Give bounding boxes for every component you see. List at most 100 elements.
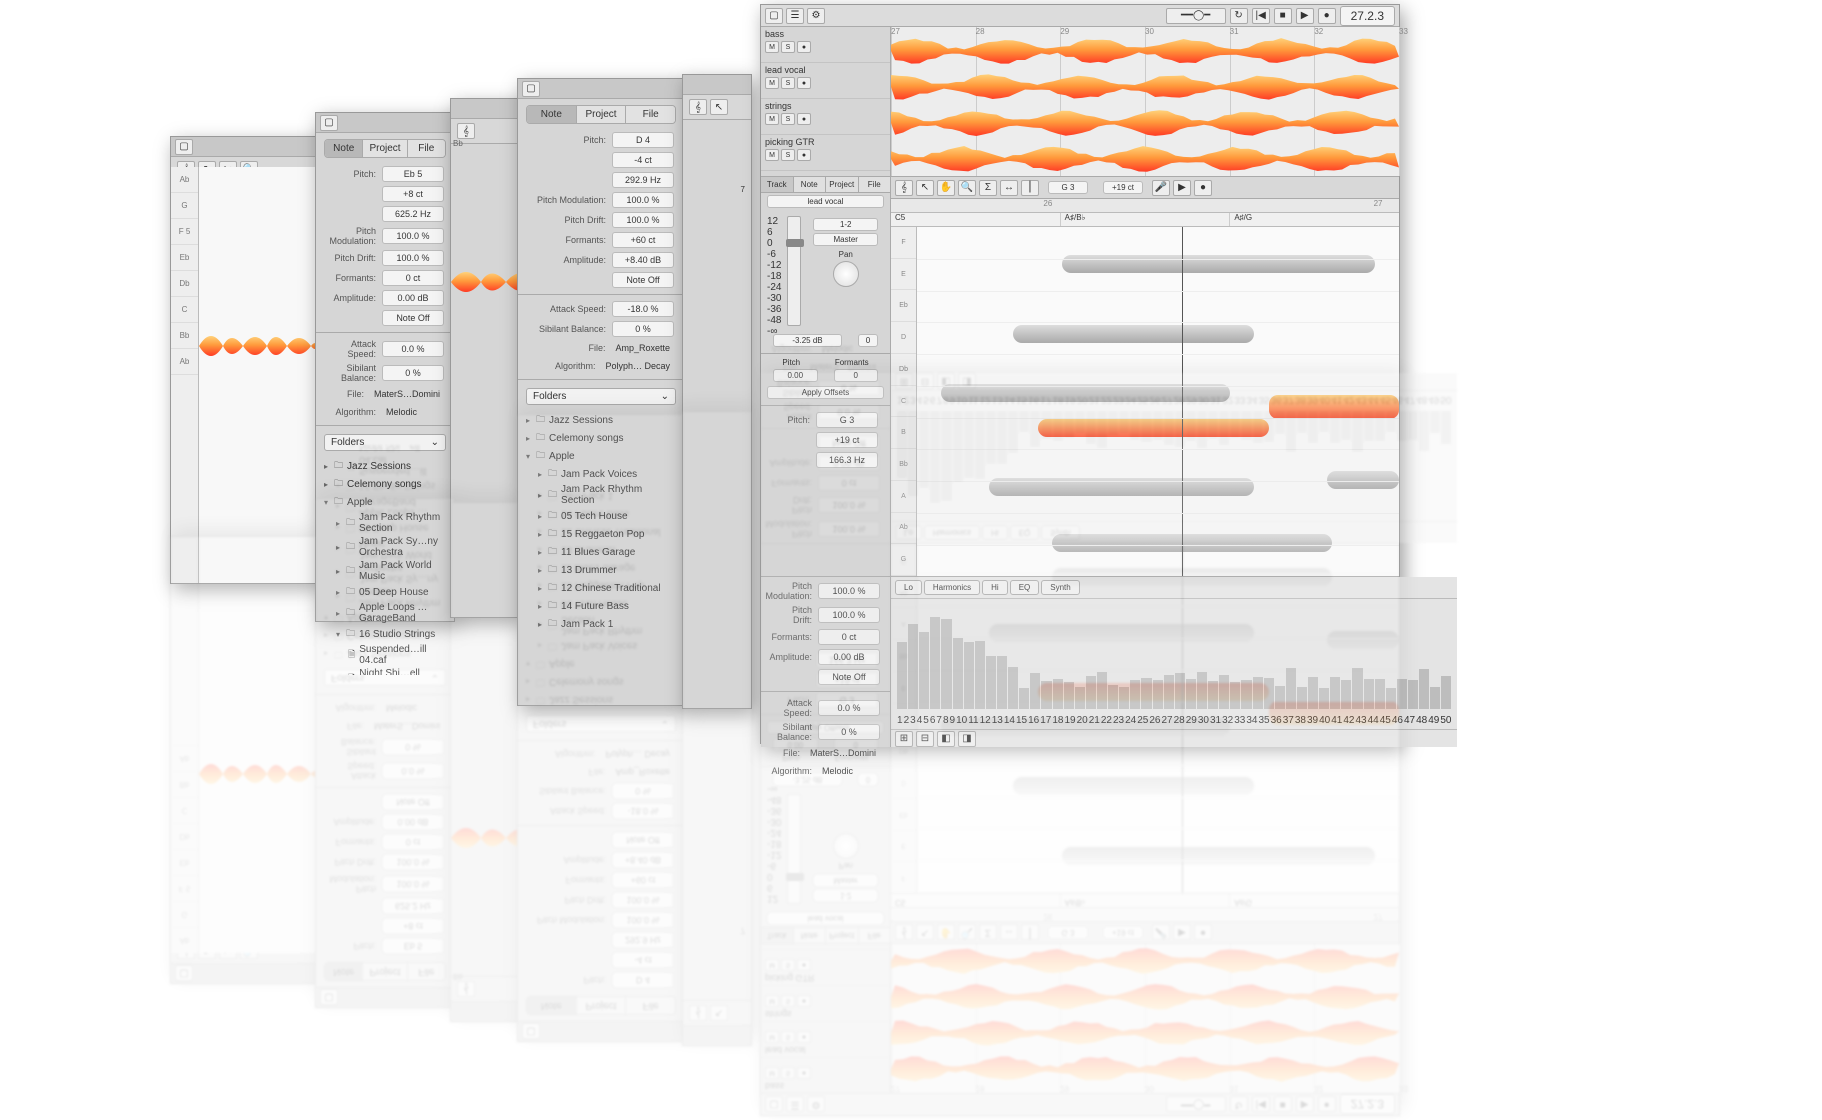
harmonic-bar[interactable]: [1153, 680, 1163, 709]
folder-item[interactable]: 13 Drummer: [526, 561, 676, 579]
file-item[interactable]: Night Shi…ell 02.caf: [324, 667, 446, 675]
cents-display[interactable]: +19 ct: [1103, 926, 1143, 939]
titlebar[interactable]: ▢: [316, 113, 454, 133]
track-S-button[interactable]: S: [781, 995, 795, 1007]
eq-tab-harmonics[interactable]: Harmonics: [924, 580, 980, 595]
track-●-button[interactable]: ●: [797, 995, 811, 1007]
split-icon[interactable]: ⎮: [1021, 925, 1039, 941]
eq-tab-lo[interactable]: Lo: [895, 580, 922, 595]
settings-icon[interactable]: ⚙: [807, 1097, 825, 1113]
track-header[interactable]: bassMS●: [761, 27, 890, 63]
file-item[interactable]: Suspended…ill 04.caf: [324, 643, 446, 667]
harmonic-bar[interactable]: [1175, 673, 1185, 709]
collapse-icon[interactable]: ▢: [765, 8, 783, 24]
harmonic-bar[interactable]: [1164, 675, 1174, 709]
harmonic-bar[interactable]: [1141, 678, 1151, 709]
mic-icon[interactable]: 🎤: [1152, 180, 1170, 196]
track-S-button[interactable]: S: [781, 113, 795, 125]
formant-offset[interactable]: 0: [834, 369, 879, 382]
harmonic-bar[interactable]: [930, 617, 940, 709]
tab-file[interactable]: File: [626, 997, 675, 1014]
clef-icon[interactable]: 𝄞: [457, 981, 475, 997]
chord-ruler[interactable]: C5 A♯/B♭ A♯/G: [891, 893, 1399, 907]
track-S-button[interactable]: S: [781, 149, 795, 161]
harmonic-bar[interactable]: [1208, 681, 1218, 709]
left-tab-project[interactable]: Project: [826, 177, 859, 192]
piano-key[interactable]: Db: [891, 354, 916, 386]
harmonic-bar[interactable]: [1253, 677, 1263, 709]
rewind-icon[interactable]: |◀: [1252, 8, 1270, 24]
bar-ruler[interactable]: 26 27: [891, 199, 1399, 213]
piano-key[interactable]: F: [891, 227, 916, 259]
harmonic-bar[interactable]: [1053, 679, 1063, 709]
folder-item[interactable]: 15 Reggaeton Pop: [526, 525, 676, 543]
pitch-cents[interactable]: +8 ct: [382, 918, 444, 934]
harmonic-bar[interactable]: [1264, 678, 1274, 709]
pitch-hz[interactable]: 292.9 Hz: [612, 172, 674, 188]
note-area[interactable]: [199, 167, 319, 583]
titlebar[interactable]: ▢: [171, 963, 319, 983]
harmonic-bar[interactable]: [953, 638, 963, 709]
harmonic-bar[interactable]: [1064, 682, 1074, 709]
harmonic-bar[interactable]: [897, 642, 907, 709]
pitch-hz[interactable]: 292.9 Hz: [612, 932, 674, 948]
folder-item[interactable]: Jam Pack 1: [526, 615, 676, 629]
collapse-icon[interactable]: ▢: [320, 990, 338, 1006]
piano-key[interactable]: F: [891, 861, 916, 893]
piano-key[interactable]: A: [891, 481, 916, 513]
harmonic-bar[interactable]: [1386, 688, 1396, 709]
track-M-button[interactable]: M: [765, 41, 779, 53]
waveform[interactable]: [891, 1019, 1399, 1047]
harmonic-bar[interactable]: [1086, 676, 1096, 709]
noteoff-button[interactable]: Note Off: [818, 669, 880, 685]
harmonic-bar[interactable]: [1375, 679, 1385, 709]
folder-item[interactable]: Apple: [324, 493, 446, 511]
scissors-icon[interactable]: ✂: [219, 943, 237, 959]
piano-key[interactable]: Eb: [891, 290, 916, 322]
track-S-button[interactable]: S: [781, 77, 795, 89]
tab-note[interactable]: Note: [527, 106, 577, 123]
toggle-icon[interactable]: ◧: [937, 731, 955, 747]
voice-select[interactable]: 1-2: [813, 889, 878, 902]
folder-item[interactable]: 12 Chinese Traditional: [526, 579, 676, 597]
harmonic-bar[interactable]: [1108, 685, 1118, 709]
piano-keys[interactable]: FEEbDDbCBBbAAbG: [891, 227, 917, 576]
clef-icon[interactable]: 𝄞: [895, 925, 913, 941]
folder-item[interactable]: 14 Future Bass: [526, 597, 676, 615]
eq-tab-eq[interactable]: EQ: [1010, 580, 1040, 595]
note-blob-selected[interactable]: [1038, 419, 1269, 437]
tab-file[interactable]: File: [408, 963, 445, 980]
track-S-button[interactable]: S: [781, 959, 795, 971]
harmonic-bar[interactable]: [975, 641, 985, 709]
track-●-button[interactable]: ●: [797, 113, 811, 125]
pitch-cents[interactable]: -4 ct: [612, 152, 674, 168]
waveform[interactable]: [891, 947, 1399, 975]
play-icon[interactable]: ▶: [1296, 1097, 1314, 1113]
tab-note[interactable]: Note: [527, 997, 577, 1014]
track-header[interactable]: bassMS●: [761, 1057, 890, 1093]
tab-project[interactable]: Project: [577, 997, 627, 1014]
titlebar[interactable]: ▢: [316, 987, 454, 1007]
harmonic-bar[interactable]: [1008, 667, 1018, 709]
harmonic-bars[interactable]: [891, 599, 1457, 715]
zoom-icon[interactable]: 🔍: [958, 180, 976, 196]
playhead[interactable]: [1182, 227, 1183, 576]
stop-icon[interactable]: ■: [1274, 8, 1292, 24]
folder-select[interactable]: Folders⌄: [526, 388, 676, 405]
harmonic-bar[interactable]: [1364, 679, 1374, 709]
harmonic-bar[interactable]: [1241, 680, 1251, 709]
stretch-icon[interactable]: ↔: [1000, 925, 1018, 941]
track-M-button[interactable]: M: [765, 113, 779, 125]
master-select[interactable]: Master: [813, 874, 878, 887]
collapse-icon[interactable]: ▢: [175, 966, 193, 982]
pitch-display[interactable]: G 3: [1048, 926, 1088, 939]
track-header[interactable]: lead vocalMS●: [761, 1021, 890, 1057]
gain-value[interactable]: -3.25 dB: [773, 334, 842, 347]
play-icon[interactable]: ▶: [1173, 180, 1191, 196]
folder-item[interactable]: 16 Studio Strings: [324, 625, 446, 643]
harmonic-bar[interactable]: [1075, 687, 1085, 709]
track-S-button[interactable]: S: [781, 1031, 795, 1043]
clef-icon[interactable]: 𝄞: [177, 943, 195, 959]
piano-key[interactable]: G: [891, 544, 916, 576]
record-icon[interactable]: ●: [1194, 925, 1212, 941]
